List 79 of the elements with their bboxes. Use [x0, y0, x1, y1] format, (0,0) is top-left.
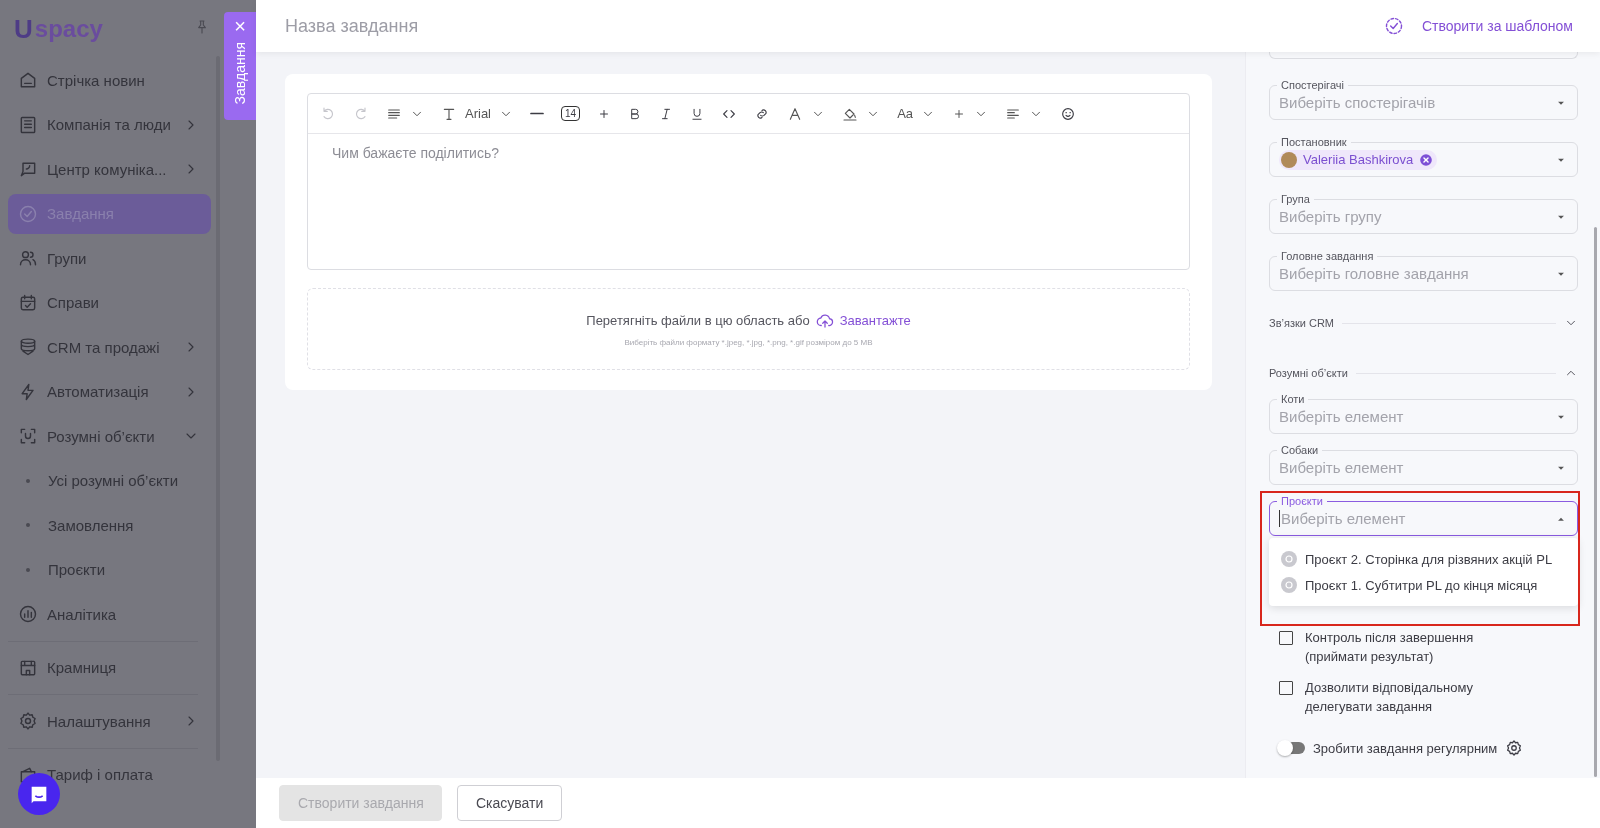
- dropdown-option[interactable]: Проєкт 1. Субтитри PL до кінця місяця: [1269, 572, 1578, 598]
- sidebar-item[interactable]: Автоматизація: [8, 371, 211, 412]
- field-label: Постановник: [1277, 135, 1351, 149]
- sidebar-item[interactable]: Стрічка новин: [8, 60, 211, 100]
- select-placeholder: Виберіть елемент: [1281, 510, 1406, 527]
- sidebar-item[interactable]: Усі розумні об’єкти: [8, 460, 211, 501]
- side-tab-label: Завдання: [232, 42, 248, 105]
- chart-circle-icon: [18, 604, 38, 624]
- upload-text: Перетягніть файли в цю область або: [586, 313, 810, 328]
- field-label: Коти: [1277, 392, 1309, 406]
- sidebar-item[interactable]: Компанія та люди: [8, 104, 211, 145]
- cloud-upload-icon: [815, 311, 834, 330]
- template-link[interactable]: Створити за шаблоном: [1383, 16, 1573, 36]
- upload-link[interactable]: Завантажте: [815, 311, 911, 330]
- sidebar-item[interactable]: Центр комуніка...: [8, 149, 211, 189]
- text-editor[interactable]: Arial 14 Aa Чим бажаєте поділитись?: [307, 93, 1190, 270]
- logo-mark: U: [14, 13, 33, 45]
- toggle-label: Зробити завдання регулярним: [1313, 740, 1498, 756]
- field-label: Собаки: [1277, 443, 1323, 457]
- select-placeholder: Виберіть елемент: [1279, 408, 1404, 425]
- scan-frame-icon: [18, 426, 38, 446]
- sidebar-item[interactable]: Крамниця: [8, 647, 211, 688]
- section-title: Зв’язки CRM: [1269, 317, 1334, 329]
- sidebar-item[interactable]: Налаштування: [8, 701, 211, 741]
- avatar: [1281, 151, 1297, 168]
- dashed-check-circle-icon: [1383, 16, 1404, 36]
- editor-placeholder: Чим бажаєте поділитись?: [331, 144, 500, 163]
- select-placeholder: Виберіть елемент: [1279, 459, 1404, 476]
- checkbox-label: Дозволити відповідальному делегувати завдання: [1305, 679, 1474, 716]
- field-label: Головне завдання: [1277, 249, 1378, 263]
- font-dropdown[interactable]: Arial: [441, 105, 513, 122]
- settings-icon: [1505, 739, 1524, 757]
- emoji-icon: [1060, 105, 1077, 122]
- building-icon: [18, 114, 38, 135]
- database-icon: [18, 337, 38, 357]
- field-label: Група: [1277, 192, 1314, 206]
- sidebar-item[interactable]: Розумні об’єкти: [8, 416, 211, 456]
- checkbox[interactable]: [1279, 631, 1293, 645]
- toggle-switch[interactable]: [1279, 742, 1305, 754]
- upload-area[interactable]: Перетягніть файли в цю область або Завантажте Виберіть файли формату *.jpeg, *.jpg, *.png, *.gif розміром до 5 MB: [307, 288, 1190, 370]
- people-icon: [18, 248, 38, 268]
- person-chip[interactable]: Valeriia Bashkirova: [1279, 149, 1438, 170]
- field-label: Проєкти: [1277, 494, 1327, 508]
- sidebar-item[interactable]: Замовлення: [8, 505, 211, 545]
- case-dropdown[interactable]: Aa: [897, 106, 936, 121]
- cancel-button[interactable]: Скасувати: [457, 785, 563, 821]
- calendar-icon: [18, 292, 38, 313]
- select-placeholder: Виберіть групу: [1279, 208, 1382, 225]
- check-circle-icon: [18, 203, 38, 224]
- sidebar-item[interactable]: Групи: [8, 238, 211, 278]
- chip-label: Valeriia Bashkirova: [1303, 152, 1414, 167]
- remove-icon: [1419, 152, 1434, 167]
- section-title: Розумні об’єкти: [1269, 367, 1348, 379]
- minus-icon: [530, 112, 544, 115]
- sidebar-item[interactable]: Проєкти: [8, 549, 211, 590]
- redo-icon: [353, 105, 369, 122]
- undo-icon: [320, 105, 336, 122]
- side-tab[interactable]: × Завдання: [224, 12, 256, 120]
- chat-icon: [18, 159, 38, 179]
- font-size-field[interactable]: 14: [561, 106, 581, 121]
- upload-hint: Виберіть файли формату *.jpeg, *.jpg, *.png, *.gif розміром до 5 MB: [624, 337, 873, 347]
- sidebar-item[interactable]: Аналітика: [8, 594, 211, 634]
- bullet-icon: [26, 567, 30, 572]
- close-button[interactable]: ×: [234, 16, 246, 36]
- task-title-field[interactable]: Назва завдання: [285, 15, 419, 37]
- checkbox[interactable]: [1279, 681, 1293, 695]
- bullet-icon: [26, 523, 30, 527]
- select-placeholder: Виберіть спостерігачів: [1279, 94, 1436, 111]
- settings-icon: [18, 711, 38, 731]
- home-icon: [18, 70, 38, 90]
- field-label: Спостерігачі: [1277, 78, 1348, 92]
- sidebar-item[interactable]: Справи: [8, 282, 211, 323]
- bullet-icon: [26, 478, 30, 483]
- underline-icon: [690, 106, 705, 121]
- select-placeholder: Виберіть головне завдання: [1279, 265, 1469, 282]
- checkbox-label: Контроль після завершення (приймати результат): [1305, 629, 1475, 666]
- select-field[interactable]: [1269, 52, 1578, 59]
- dropdown-option[interactable]: Проєкт 2. Сторінка для різвяних акцій PL: [1269, 546, 1578, 572]
- sidebar-item[interactable]: CRM та продажі: [8, 327, 211, 367]
